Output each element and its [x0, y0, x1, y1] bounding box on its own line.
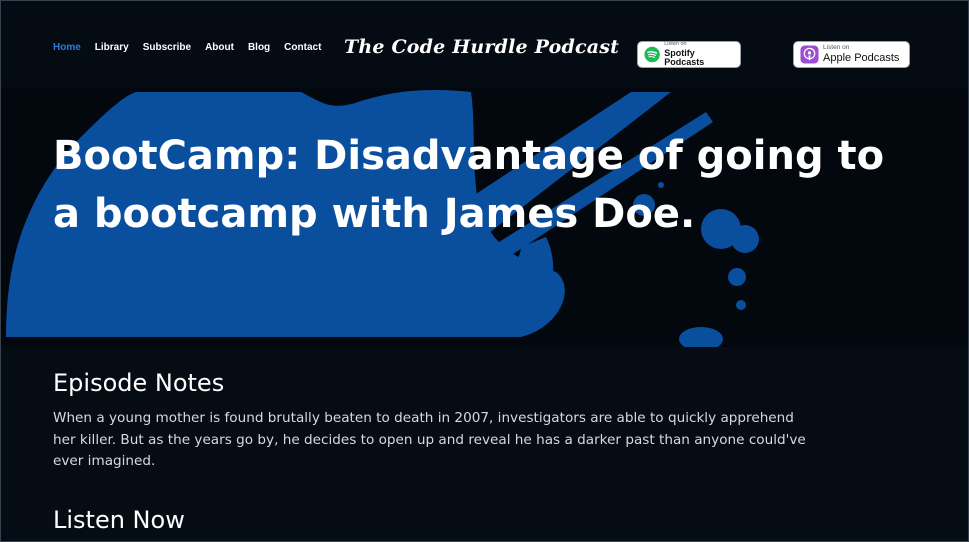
site-header: Home Library Subscribe About Blog Contac…: [1, 1, 968, 87]
spotify-badge-button[interactable]: Listen on Spotify Podcasts: [637, 41, 741, 68]
apple-badge-caption: Listen on: [823, 44, 850, 52]
episode-content: Episode Notes When a young mother is fou…: [1, 347, 968, 541]
episode-notes-heading: Episode Notes: [53, 369, 225, 397]
spotify-icon: [644, 46, 660, 63]
nav-contact[interactable]: Contact: [284, 42, 321, 53]
nav-blog[interactable]: Blog: [248, 42, 270, 53]
page-frame: Home Library Subscribe About Blog Contac…: [0, 0, 969, 542]
nav-subscribe[interactable]: Subscribe: [143, 42, 191, 53]
apple-podcasts-badge-button[interactable]: Listen on Apple Podcasts: [793, 41, 910, 68]
spotify-badge-caption: Listen on: [664, 41, 687, 48]
listen-now-heading: Listen Now: [53, 506, 185, 534]
nav-home[interactable]: Home: [53, 42, 81, 53]
episode-title: BootCamp: Disadvantage of going to a boo…: [53, 133, 885, 237]
apple-badge-label: Apple Podcasts: [823, 51, 900, 64]
nav-about[interactable]: About: [205, 42, 234, 53]
apple-podcasts-icon: [800, 45, 819, 64]
nav-library[interactable]: Library: [95, 42, 129, 53]
hero-banner: BootCamp: Disadvantage of going to a boo…: [1, 87, 968, 347]
spotify-badge-label: Spotify Podcasts: [664, 47, 705, 67]
site-title[interactable]: The Code Hurdle Podcast: [344, 36, 619, 58]
main-nav: Home Library Subscribe About Blog Contac…: [53, 42, 335, 53]
episode-notes-text: When a young mother is found brutally be…: [53, 410, 806, 469]
